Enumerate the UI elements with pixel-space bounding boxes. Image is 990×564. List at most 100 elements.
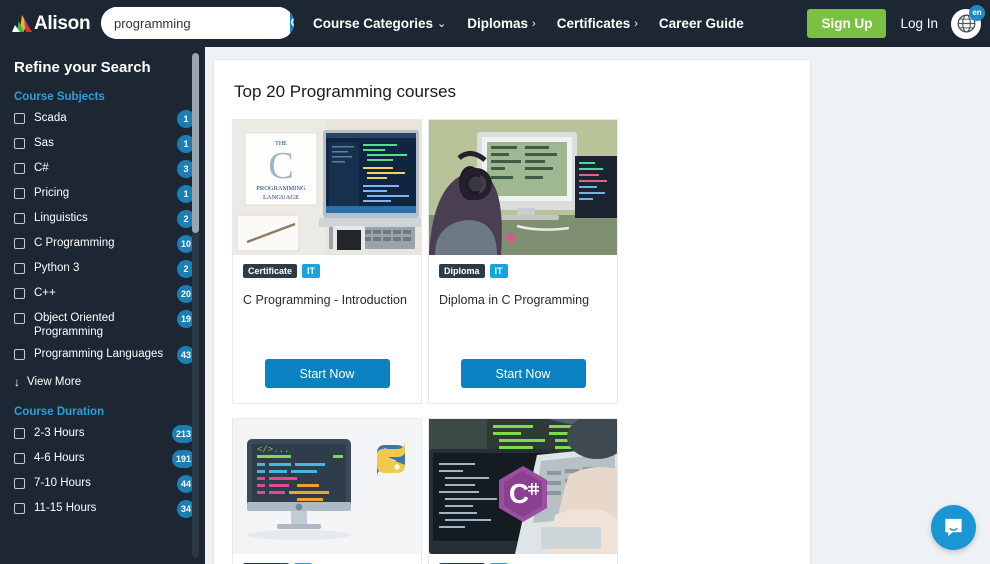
checkbox-icon[interactable] [14, 288, 25, 299]
checkbox-icon[interactable] [14, 188, 25, 199]
course-card-body: Diploma IT [429, 554, 617, 564]
badge-course-category: IT [302, 264, 321, 278]
filter-label: C# [34, 162, 49, 174]
checkbox-icon[interactable] [14, 113, 25, 124]
sign-up-button[interactable]: Sign Up [807, 9, 887, 38]
course-thumbnail-python-illustration: </>... [233, 419, 421, 554]
nav-item-course-categories[interactable]: Course Categories ⌄ [313, 16, 446, 31]
sidebar-scrollbar-track[interactable] [192, 53, 199, 558]
sidebar-filter-c-programming[interactable]: C Programming 10 [0, 232, 205, 257]
course-card-grid: THE C PROGRAMMING LANGUAGE Certificate I… [214, 102, 810, 564]
sidebar-filter-linguistics[interactable]: Linguistics 2 [0, 207, 205, 232]
sidebar-filter-csharp[interactable]: C# 3 [0, 157, 205, 182]
sidebar-filter-pricing[interactable]: Pricing 1 [0, 182, 205, 207]
results-panel: Top 20 Programming courses THE C PROGRAM… [213, 59, 811, 564]
search-submit-button[interactable] [290, 7, 294, 39]
course-card[interactable]: THE C PROGRAMMING LANGUAGE Certificate I… [232, 119, 422, 404]
language-badge: en [969, 4, 985, 21]
svg-text:LANGUAGE: LANGUAGE [263, 194, 299, 201]
start-now-button[interactable]: Start Now [264, 359, 390, 388]
sidebar-filter-object-oriented-programming[interactable]: Object Oriented Programming 19 [0, 307, 205, 343]
account-actions: Sign Up Log In en [807, 0, 985, 47]
log-in-link[interactable]: Log In [900, 16, 938, 31]
chevron-right-icon: › [634, 17, 638, 30]
course-card-body: Certificate IT C Programming - Introduct… [233, 255, 421, 359]
main-content: Top 20 Programming courses THE C PROGRAM… [205, 47, 990, 564]
nav-item-career-guide[interactable]: Career Guide [659, 16, 744, 31]
course-badges: Diploma IT [439, 264, 607, 278]
sidebar-filter-sas[interactable]: Sas 1 [0, 132, 205, 157]
checkbox-icon[interactable] [14, 238, 25, 249]
course-card[interactable]: </>... [232, 418, 422, 564]
svg-text:C: C [268, 145, 293, 187]
page-title: Top 20 Programming courses [234, 82, 457, 101]
filter-label: 7-10 Hours [34, 477, 91, 489]
filter-label: Scada [34, 112, 67, 124]
sidebar-filter-programming-languages[interactable]: Programming Languages 43 [0, 343, 205, 368]
checkbox-icon[interactable] [14, 138, 25, 149]
checkbox-icon[interactable] [14, 213, 25, 224]
checkbox-icon[interactable] [14, 428, 25, 439]
nav-label: Career Guide [658, 16, 744, 31]
filter-label: 4-6 Hours [34, 452, 85, 464]
alison-logo-text: Alison [34, 12, 91, 34]
checkbox-icon[interactable] [14, 313, 25, 324]
sidebar-filter-7-10-hours[interactable]: 7-10 Hours 44 [0, 472, 205, 497]
svg-text:</>...: </>... [257, 445, 289, 455]
alison-logo[interactable]: Alison [11, 12, 91, 35]
course-thumbnail-c-programming-book: THE C PROGRAMMING LANGUAGE [233, 120, 421, 255]
sidebar-filter-cplusplus[interactable]: C++ 20 [0, 282, 205, 307]
checkbox-icon[interactable] [14, 453, 25, 464]
primary-nav: Course Categories ⌄ Diplomas › Certifica… [313, 0, 765, 47]
sidebar-section-heading-course-subjects: Course Subjects [14, 91, 105, 103]
course-title: C Programming - Introduction [243, 293, 407, 307]
checkbox-icon[interactable] [14, 478, 25, 489]
start-now-button[interactable]: Start Now [460, 359, 586, 388]
filter-label: C Programming [34, 237, 115, 249]
page-root: Alison Course Categories ⌄ Diplomas › Ce… [0, 0, 990, 564]
sidebar-filter-2-3-hours[interactable]: 2-3 Hours 213 [0, 422, 205, 447]
course-thumbnail-person-at-monitor [429, 120, 617, 255]
search-box[interactable] [101, 7, 294, 39]
svg-text:PROGRAMMING: PROGRAMMING [256, 185, 306, 192]
nav-label: Course Categories [313, 16, 434, 31]
checkbox-icon[interactable] [14, 349, 25, 360]
course-title: Diploma in C Programming [439, 293, 590, 307]
badge-course-type: Diploma [439, 264, 485, 278]
nav-item-certificates[interactable]: Certificates › [557, 16, 638, 31]
thumbnail-image [429, 120, 617, 255]
nav-label: Certificates [556, 16, 631, 31]
checkbox-icon[interactable] [14, 163, 25, 174]
course-badges: Certificate IT [243, 264, 411, 278]
sidebar-filter-python-3[interactable]: Python 3 2 [0, 257, 205, 282]
arrow-down-icon: ↓ [14, 375, 20, 389]
refine-search-sidebar: Refine your Search Course Subjects Scada… [0, 47, 205, 564]
thumbnail-image: THE C PROGRAMMING LANGUAGE [233, 120, 421, 255]
filter-label: Object Oriented Programming [34, 312, 115, 338]
checkbox-icon[interactable] [14, 503, 25, 514]
course-thumbnail-csharp-laptop: C [429, 419, 617, 554]
filter-label: Programming Languages [34, 348, 164, 360]
nav-item-diplomas[interactable]: Diplomas › [467, 16, 535, 31]
course-card[interactable]: C Diploma IT [428, 418, 618, 564]
language-selector[interactable]: en [951, 4, 985, 39]
sidebar-section-heading-course-duration: Course Duration [14, 406, 105, 418]
filter-label: 11-15 Hours [34, 502, 97, 514]
view-more-label: View More [27, 376, 82, 388]
nav-label: Diplomas [467, 16, 529, 31]
checkbox-icon[interactable] [14, 263, 25, 274]
chevron-down-icon: ⌄ [437, 18, 447, 30]
course-card-body: Diploma IT [233, 554, 421, 564]
alison-mountain-logo-icon [12, 14, 32, 32]
search-input[interactable] [101, 7, 290, 39]
sidebar-filter-scada[interactable]: Scada 1 [0, 107, 205, 132]
sidebar-filter-4-6-hours[interactable]: 4-6 Hours 191 [0, 447, 205, 472]
course-card-footer: Start Now [429, 359, 617, 403]
chat-launcher-button[interactable] [931, 505, 976, 550]
chevron-right-icon: › [532, 17, 536, 30]
sidebar-filter-11-15-hours[interactable]: 11-15 Hours 34 [0, 497, 205, 522]
view-more-subjects-button[interactable]: ↓ View More [0, 368, 205, 391]
sidebar-scrollbar-thumb[interactable] [192, 53, 199, 233]
course-card[interactable]: Diploma IT Diploma in C Programming Star… [428, 119, 618, 404]
search-icon [291, 17, 294, 27]
